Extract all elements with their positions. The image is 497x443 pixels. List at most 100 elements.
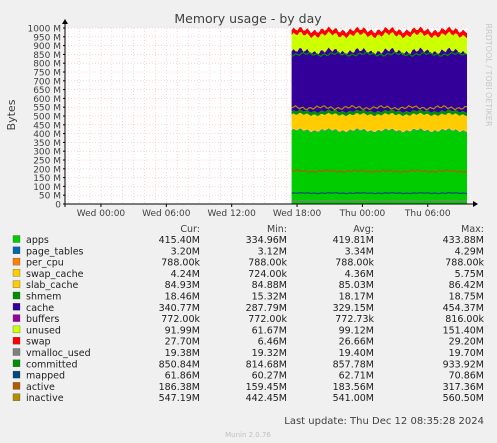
- munin-version: Munin 2.0.76: [225, 431, 271, 439]
- legend-max-value: 433.88M: [443, 235, 484, 246]
- memory-usage-chart: Memory usage - by day RRDTOOL / TOBI OET…: [0, 0, 497, 443]
- legend-min-value: 814.68M: [246, 359, 287, 370]
- legend-series-name: committed: [26, 359, 78, 370]
- legend-min-value: 61.67M: [252, 325, 287, 336]
- legend-cur-value: 3.20M: [171, 246, 200, 257]
- y-tick-label: 150 M: [33, 174, 61, 184]
- legend-avg-value: 788.00k: [335, 258, 374, 269]
- legend-cur-value: 850.84M: [159, 359, 200, 370]
- legend-series-name: vmalloc_used: [26, 348, 91, 359]
- legend-avg-value: 857.78M: [333, 359, 374, 370]
- x-tick-label: Thu 06:00: [404, 209, 451, 219]
- rrdtool-credit: RRDTOOL / TOBI OETIKER: [484, 23, 493, 126]
- x-tick-label: Wed 12:00: [207, 209, 256, 219]
- legend-swatch: [12, 314, 21, 322]
- legend-cur-value: 91.99M: [165, 325, 200, 336]
- last-update-text: Last update: Thu Dec 12 08:35:28 2024: [284, 416, 484, 427]
- legend-avg-value: 62.71M: [339, 371, 374, 382]
- legend-avg-value: 85.03M: [339, 280, 374, 291]
- legend-swatch: [12, 359, 21, 367]
- legend-max-value: 933.92M: [443, 359, 484, 370]
- legend-avg-value: 329.15M: [333, 303, 374, 314]
- legend-series-name: page_tables: [26, 246, 84, 257]
- legend-swatch: [12, 269, 21, 277]
- legend-cur-value: 788.00k: [161, 258, 200, 269]
- legend-swatch: [12, 235, 21, 243]
- y-tick-label: 950 M: [33, 33, 61, 43]
- legend-avg-value: 183.56M: [333, 382, 374, 393]
- legend-swatch: [12, 291, 21, 300]
- y-tick-label: 50 M: [39, 192, 61, 202]
- legend-swatch: [12, 348, 21, 356]
- legend-max-value: 29.20M: [449, 337, 484, 348]
- legend-column-header: Max:: [461, 224, 484, 235]
- legend-cur-value: 340.77M: [159, 303, 200, 314]
- chart-title: Memory usage - by day: [174, 11, 322, 26]
- legend-max-value: 19.70M: [449, 348, 484, 359]
- y-tick-label: 450 M: [33, 121, 61, 131]
- stacked-areas: [291, 26, 467, 204]
- legend-cur-value: 415.40M: [159, 235, 200, 246]
- y-tick-label: 900 M: [33, 42, 61, 52]
- legend-avg-value: 18.17M: [339, 292, 374, 303]
- y-tick-label: 300 M: [33, 148, 61, 158]
- area-cache: [291, 47, 467, 113]
- x-tick-label: Wed 00:00: [77, 209, 126, 219]
- y-tick-label: 850 M: [33, 51, 61, 61]
- y-axis-label: Bytes: [5, 99, 18, 130]
- legend-max-value: 317.36M: [443, 382, 484, 393]
- y-tick-label: 350 M: [33, 139, 61, 149]
- legend-avg-value: 99.12M: [339, 325, 374, 336]
- legend-cur-value: 18.46M: [165, 292, 200, 303]
- legend-cur-value: 186.38M: [159, 382, 200, 393]
- legend-avg-value: 3.34M: [345, 246, 374, 257]
- legend-avg-value: 541.00M: [333, 393, 374, 404]
- legend-min-value: 159.45M: [246, 382, 287, 393]
- legend-series-name: active: [26, 382, 55, 393]
- legend-series-name: per_cpu: [26, 258, 64, 269]
- legend-swatch: [12, 370, 21, 379]
- legend-min-value: 788.00k: [248, 258, 287, 269]
- legend-max-value: 18.75M: [449, 292, 484, 303]
- legend-swatch: [12, 303, 21, 311]
- legend-cur-value: 4.24M: [171, 269, 200, 280]
- y-tick-label: 650 M: [33, 86, 61, 96]
- legend-min-value: 772.00k: [248, 314, 287, 325]
- y-tick-label: 400 M: [33, 130, 61, 140]
- legend-max-value: 4.29M: [455, 246, 484, 257]
- legend-cur-value: 19.38M: [165, 348, 200, 359]
- legend-cur-value: 84.93M: [165, 280, 200, 291]
- legend-max-value: 454.37M: [443, 303, 484, 314]
- y-tick-label: 100 M: [33, 183, 61, 193]
- legend-swatch: [12, 246, 21, 254]
- legend-max-value: 816.00k: [445, 314, 484, 325]
- y-tick-label: 800 M: [33, 60, 61, 70]
- legend-series-name: shmem: [26, 292, 61, 303]
- legend-cur-value: 27.70M: [165, 337, 200, 348]
- legend-max-value: 70.86M: [449, 371, 484, 382]
- legend-min-value: 442.45M: [246, 393, 287, 404]
- legend-min-value: 3.12M: [258, 246, 287, 257]
- legend-series-name: mapped: [26, 371, 65, 382]
- legend-swatch: [12, 325, 21, 334]
- legend-series-name: swap_cache: [26, 269, 84, 280]
- legend-min-value: 6.46M: [258, 337, 287, 348]
- legend-max-value: 5.75M: [455, 269, 484, 280]
- y-tick-label: 500 M: [33, 113, 61, 123]
- legend-series-name: unused: [26, 325, 61, 336]
- y-tick-label: 1000 M: [27, 25, 61, 35]
- legend-column-header: Min:: [267, 224, 287, 235]
- legend-min-value: 334.96M: [246, 235, 287, 246]
- legend-cur-value: 61.86M: [165, 371, 200, 382]
- legend-avg-value: 26.66M: [339, 337, 374, 348]
- legend-swatch: [12, 337, 21, 345]
- x-tick-label: Wed 06:00: [142, 209, 191, 219]
- y-tick-label: 250 M: [33, 157, 61, 167]
- legend-avg-value: 19.40M: [339, 348, 374, 359]
- legend-series-name: slab_cache: [26, 280, 78, 291]
- y-tick-label: 750 M: [33, 69, 61, 79]
- x-tick-label: Wed 18:00: [273, 209, 322, 219]
- legend-column-header: Cur:: [180, 224, 200, 235]
- y-tick-labels: 050 M100 M150 M200 M250 M300 M350 M400 M…: [27, 25, 65, 211]
- legend-max-value: 151.40M: [443, 325, 484, 336]
